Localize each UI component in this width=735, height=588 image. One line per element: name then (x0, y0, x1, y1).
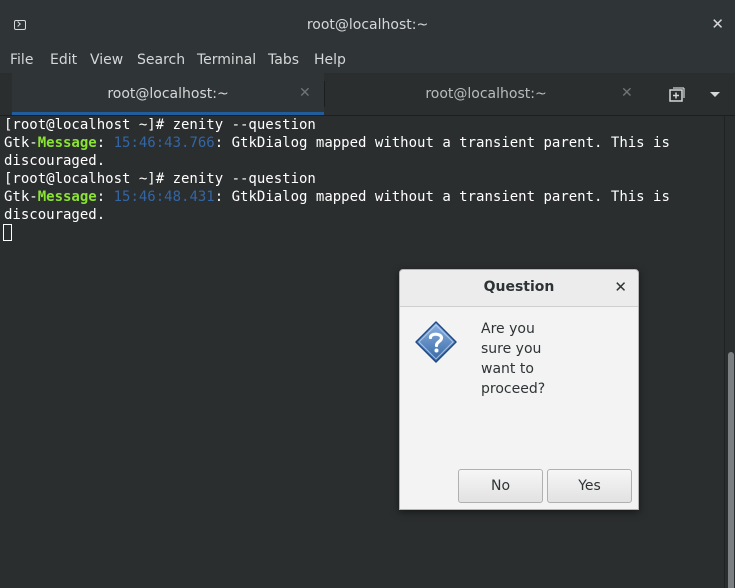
dialog-close-icon[interactable]: ✕ (614, 278, 627, 296)
terminal-line-4: [root@localhost ~]# zenity --question (4, 170, 316, 188)
msg-continuation: discouraged. (4, 153, 106, 169)
terminal-line-6: discouraged. (4, 206, 105, 224)
msg-keyword: Message (37, 135, 97, 151)
msg-timestamp: 15:46:43.766 (113, 135, 215, 151)
menu-edit[interactable]: Edit (50, 52, 77, 68)
dialog-message-line: sure you (481, 341, 542, 357)
menu-file[interactable]: File (10, 52, 33, 68)
tab-1[interactable]: root@localhost:~ ✕ (12, 73, 324, 115)
tab-2-close-icon[interactable]: ✕ (621, 85, 633, 101)
msg-timestamp: 15:46:48.431 (113, 189, 215, 205)
dialog-header: Question ✕ (400, 270, 638, 307)
terminal-line-2: Gtk-Message: 15:46:43.766: GtkDialog map… (4, 134, 670, 152)
new-tab-icon[interactable] (668, 87, 685, 103)
title-bar: root@localhost:~ ✕ (0, 0, 735, 46)
question-dialog: Question ✕ Are you sure you want to proc… (399, 269, 639, 510)
msg-continuation: discouraged. (4, 207, 106, 223)
menu-terminal[interactable]: Terminal (197, 52, 256, 68)
dialog-message-line: Are you (481, 321, 535, 337)
msg-keyword: Message (37, 189, 97, 205)
yes-button[interactable]: Yes (547, 469, 632, 503)
window-close-icon[interactable]: ✕ (711, 16, 724, 32)
msg-rest: : GtkDialog mapped without a transient p… (214, 135, 670, 151)
dialog-message-line: proceed? (481, 381, 546, 397)
tab-2-label: root@localhost:~ (425, 86, 547, 102)
prompt-text: [root@localhost ~]# zenity --question (4, 171, 316, 187)
menu-view[interactable]: View (90, 52, 123, 68)
dialog-message: Are you sure you want to proceed? (481, 319, 591, 399)
terminal-cursor (3, 224, 12, 241)
msg-sep: : (96, 135, 114, 151)
terminal-line-5: Gtk-Message: 15:46:48.431: GtkDialog map… (4, 188, 670, 206)
menu-bar: File Edit View Search Terminal Tabs Help (0, 46, 735, 73)
dialog-message-line: want to (481, 361, 534, 377)
msg-sep: : (96, 189, 114, 205)
msg-rest: : GtkDialog mapped without a transient p… (214, 189, 670, 205)
question-icon (415, 321, 457, 363)
no-button[interactable]: No (458, 469, 543, 503)
tab-1-close-icon[interactable]: ✕ (299, 85, 311, 101)
terminal-line-1: [root@localhost ~]# zenity --question (4, 116, 316, 134)
dialog-title: Question (483, 279, 555, 295)
terminal-line-3: discouraged. (4, 152, 105, 170)
menu-help[interactable]: Help (314, 52, 346, 68)
tab-bar: root@localhost:~ ✕ root@localhost:~ ✕ (0, 73, 735, 116)
menu-tabs[interactable]: Tabs (268, 52, 299, 68)
tab-1-label: root@localhost:~ (107, 86, 229, 102)
prompt-text: [root@localhost ~]# zenity --question (4, 117, 316, 133)
menu-search[interactable]: Search (137, 52, 185, 68)
tabs-dropdown-icon[interactable] (710, 92, 720, 97)
tab-2[interactable]: root@localhost:~ ✕ (325, 73, 647, 115)
scrollbar-thumb[interactable] (728, 352, 734, 588)
window-title: root@localhost:~ (306, 17, 429, 33)
msg-prefix: Gtk- (4, 189, 38, 205)
msg-prefix: Gtk- (4, 135, 38, 151)
terminal-scrollbar[interactable] (724, 116, 735, 588)
